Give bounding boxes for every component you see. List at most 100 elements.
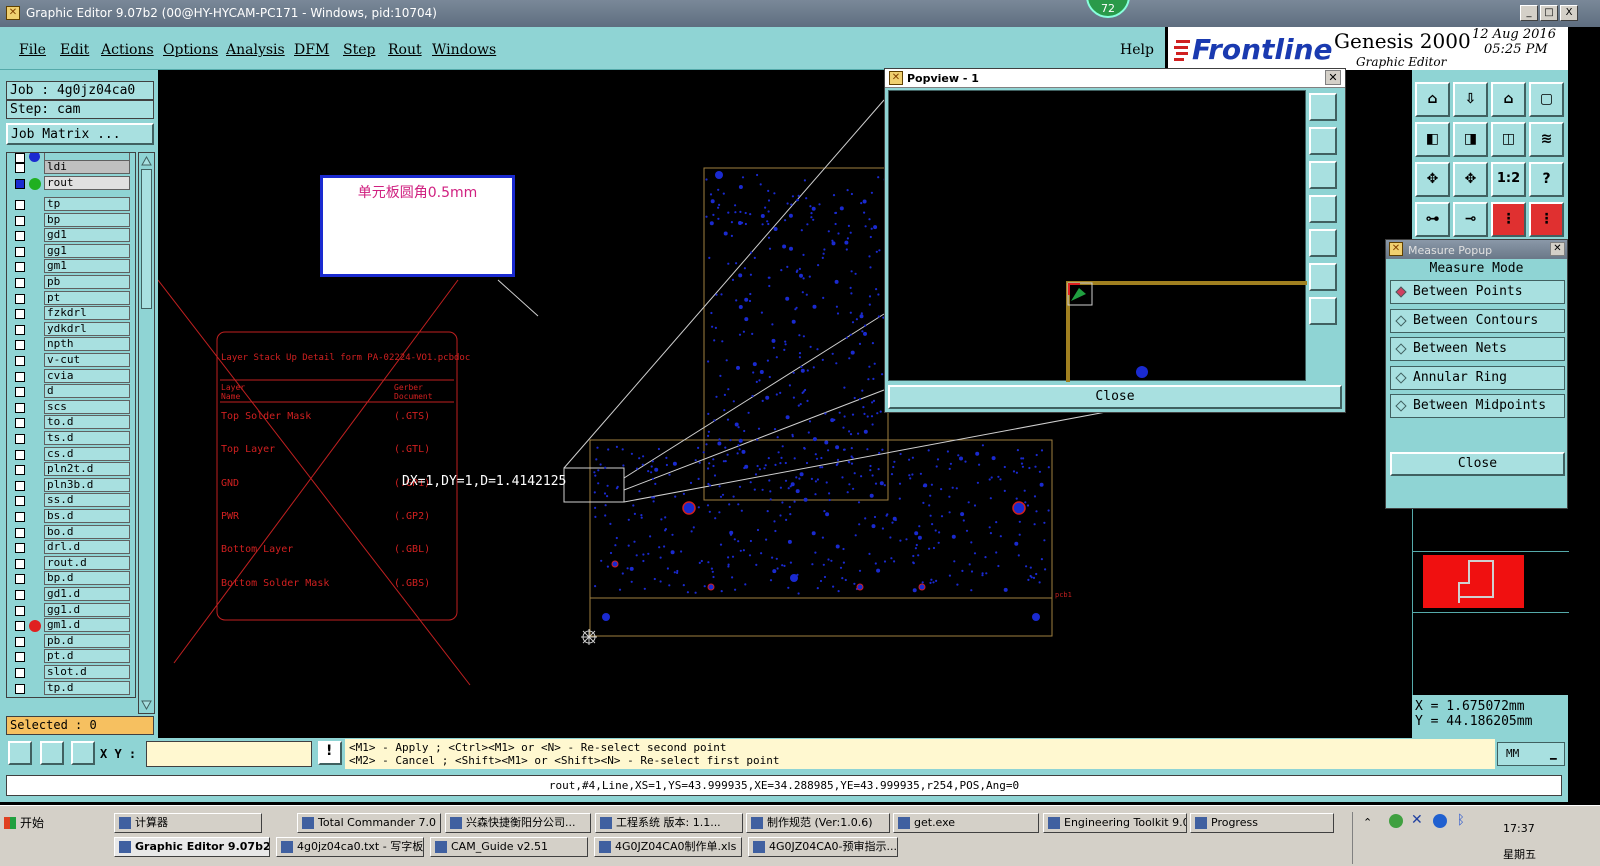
job-matrix-button[interactable]: Job Matrix ... bbox=[6, 123, 154, 145]
layer-checkbox[interactable] bbox=[15, 293, 25, 304]
popview-close-icon[interactable]: ✕ bbox=[1325, 70, 1341, 85]
layer-checkbox[interactable] bbox=[15, 309, 25, 320]
layer-checkbox[interactable] bbox=[15, 340, 25, 351]
units-select[interactable]: MM ▁ bbox=[1497, 742, 1565, 766]
layer-checkbox[interactable] bbox=[15, 278, 25, 288]
layer-checkbox[interactable] bbox=[15, 449, 25, 460]
layer-row[interactable]: bp bbox=[7, 212, 135, 228]
taskbar-item[interactable]: CAM_Guide v2.51 bbox=[430, 837, 588, 857]
layer-row[interactable]: gg1 bbox=[7, 243, 135, 259]
tool-fit-icon[interactable]: ✥ bbox=[1415, 162, 1450, 197]
menu-file[interactable]: File bbox=[19, 42, 46, 58]
layer-row[interactable]: slot.d bbox=[7, 665, 135, 680]
measure-close-button[interactable]: Close bbox=[1390, 452, 1565, 476]
zoom-area-icon[interactable] bbox=[8, 741, 32, 765]
taskbar-item[interactable]: Graphic Editor 9.07b2 ... bbox=[114, 837, 270, 857]
layer-checkbox[interactable] bbox=[15, 683, 25, 694]
layer-checkbox[interactable] bbox=[15, 558, 25, 569]
layer-checkbox[interactable] bbox=[15, 668, 25, 678]
layer-row-ldi[interactable]: ldi bbox=[7, 160, 135, 175]
layer-checkbox[interactable] bbox=[15, 574, 25, 585]
popview-tool-3-icon[interactable] bbox=[1309, 161, 1337, 189]
layer-checkbox[interactable] bbox=[15, 246, 25, 257]
popview-tool-5-icon[interactable] bbox=[1309, 229, 1337, 257]
layer-row[interactable]: cs.d bbox=[7, 446, 135, 462]
menu-analysis[interactable]: Analysis bbox=[226, 42, 285, 58]
layer-checkbox[interactable] bbox=[15, 324, 25, 335]
layer-checkbox[interactable] bbox=[15, 512, 25, 522]
tray-up-icon[interactable]: ⌃ bbox=[1363, 816, 1372, 829]
menu-options[interactable]: Options bbox=[163, 42, 218, 58]
tray-x-icon[interactable]: ✕ bbox=[1411, 812, 1423, 828]
taskbar-item[interactable]: 4g0jz04ca0.txt - 写字板 bbox=[276, 837, 424, 857]
tool-right-icon[interactable]: ◨ bbox=[1453, 122, 1488, 157]
layer-checkbox[interactable] bbox=[15, 652, 25, 663]
layer-row[interactable]: pt.d bbox=[7, 649, 135, 664]
taskbar-item[interactable]: 4G0JZ04CA0制作单.xls ... bbox=[594, 837, 742, 857]
popview-window[interactable]: ✕ Popview - 1 ✕ Close bbox=[884, 68, 1346, 413]
menu-actions[interactable]: Actions bbox=[101, 42, 154, 58]
scroll-up-icon[interactable] bbox=[141, 155, 152, 166]
popview-close-button[interactable]: Close bbox=[888, 385, 1342, 409]
grid-icon[interactable] bbox=[71, 741, 95, 765]
overview-pane[interactable] bbox=[1412, 509, 1569, 695]
minimize-button[interactable]: _ bbox=[1520, 5, 1538, 21]
layer-checkbox[interactable] bbox=[15, 179, 25, 189]
layer-row[interactable]: ts.d bbox=[7, 431, 135, 446]
layer-row[interactable]: gm1 bbox=[7, 259, 135, 274]
layer-row[interactable]: tp.d bbox=[7, 680, 135, 696]
layer-list-scrollbar[interactable] bbox=[138, 152, 155, 714]
tool-help-button[interactable]: ? bbox=[1529, 162, 1564, 197]
layer-checkbox[interactable] bbox=[15, 621, 25, 632]
measure-option[interactable]: Between Midpoints bbox=[1390, 394, 1565, 418]
measure-close-icon[interactable]: ✕ bbox=[1550, 242, 1565, 256]
popview-tool-1-icon[interactable] bbox=[1309, 93, 1337, 121]
menu-rout[interactable]: Rout bbox=[388, 42, 422, 58]
start-button[interactable]: 开始 bbox=[2, 812, 50, 834]
tray-network-icon[interactable] bbox=[1433, 814, 1447, 828]
layer-checkbox[interactable] bbox=[15, 465, 25, 476]
layer-row[interactable]: npth bbox=[7, 337, 135, 352]
tool-snap-icon[interactable]: ≋ bbox=[1529, 122, 1564, 157]
maximize-button[interactable]: □ bbox=[1540, 5, 1558, 21]
layer-row[interactable]: pln3b.d bbox=[7, 477, 135, 493]
layer-checkbox[interactable] bbox=[15, 543, 25, 554]
tool-left-icon[interactable]: ◧ bbox=[1415, 122, 1450, 157]
angle-icon[interactable] bbox=[40, 741, 64, 765]
taskbar-item[interactable]: Progress bbox=[1190, 813, 1334, 833]
layer-row-rout[interactable]: rout bbox=[7, 176, 135, 191]
layer-row[interactable]: pt bbox=[7, 290, 135, 306]
layer-row[interactable]: fzkdrl bbox=[7, 306, 135, 321]
layer-row[interactable]: gg1.d bbox=[7, 602, 135, 618]
layer-row[interactable]: to.d bbox=[7, 415, 135, 430]
taskbar-item[interactable]: 计算器 bbox=[114, 813, 262, 833]
tool-ruler-icon[interactable]: ⊶ bbox=[1415, 202, 1450, 237]
layer-row[interactable]: bo.d bbox=[7, 524, 135, 540]
layer-checkbox[interactable] bbox=[15, 215, 25, 226]
tool-zoom-home-icon[interactable]: ⌂ bbox=[1415, 82, 1450, 117]
layer-checkbox[interactable] bbox=[15, 496, 25, 507]
layer-row[interactable]: drl.d bbox=[7, 540, 135, 555]
tool-net2-icon[interactable]: ⋮ bbox=[1529, 202, 1564, 237]
layer-row[interactable]: gd1 bbox=[7, 228, 135, 243]
layer-row[interactable]: pb.d bbox=[7, 633, 135, 649]
layer-checkbox[interactable] bbox=[15, 480, 25, 491]
popview-tool-4-icon[interactable] bbox=[1309, 195, 1337, 223]
measure-option[interactable]: Between Contours bbox=[1390, 308, 1565, 333]
xy-input[interactable] bbox=[146, 741, 312, 767]
tool-window-icon[interactable]: ▢ bbox=[1529, 82, 1564, 117]
layer-row[interactable]: scs bbox=[7, 399, 135, 415]
measure-popup[interactable]: ✕ Measure Popup ✕ Measure Mode Between P… bbox=[1385, 239, 1568, 509]
tool-probe-icon[interactable]: ⊸ bbox=[1453, 202, 1488, 237]
layer-checkbox[interactable] bbox=[15, 527, 25, 538]
popview-canvas[interactable] bbox=[888, 90, 1307, 382]
bluetooth-icon[interactable]: ᛒ bbox=[1457, 813, 1465, 828]
menu-windows[interactable]: Windows bbox=[432, 42, 496, 58]
menu-help[interactable]: Help bbox=[1120, 42, 1154, 58]
tray-clock[interactable]: 17:37 bbox=[1503, 822, 1535, 835]
measure-option[interactable]: Annular Ring bbox=[1390, 365, 1565, 390]
layer-row[interactable]: gm1.d bbox=[7, 618, 135, 633]
taskbar-item[interactable]: 兴森快捷衡阳分公司... bbox=[445, 813, 591, 833]
measure-option[interactable]: Between Nets bbox=[1390, 337, 1565, 361]
layer-checkbox[interactable] bbox=[15, 231, 25, 242]
